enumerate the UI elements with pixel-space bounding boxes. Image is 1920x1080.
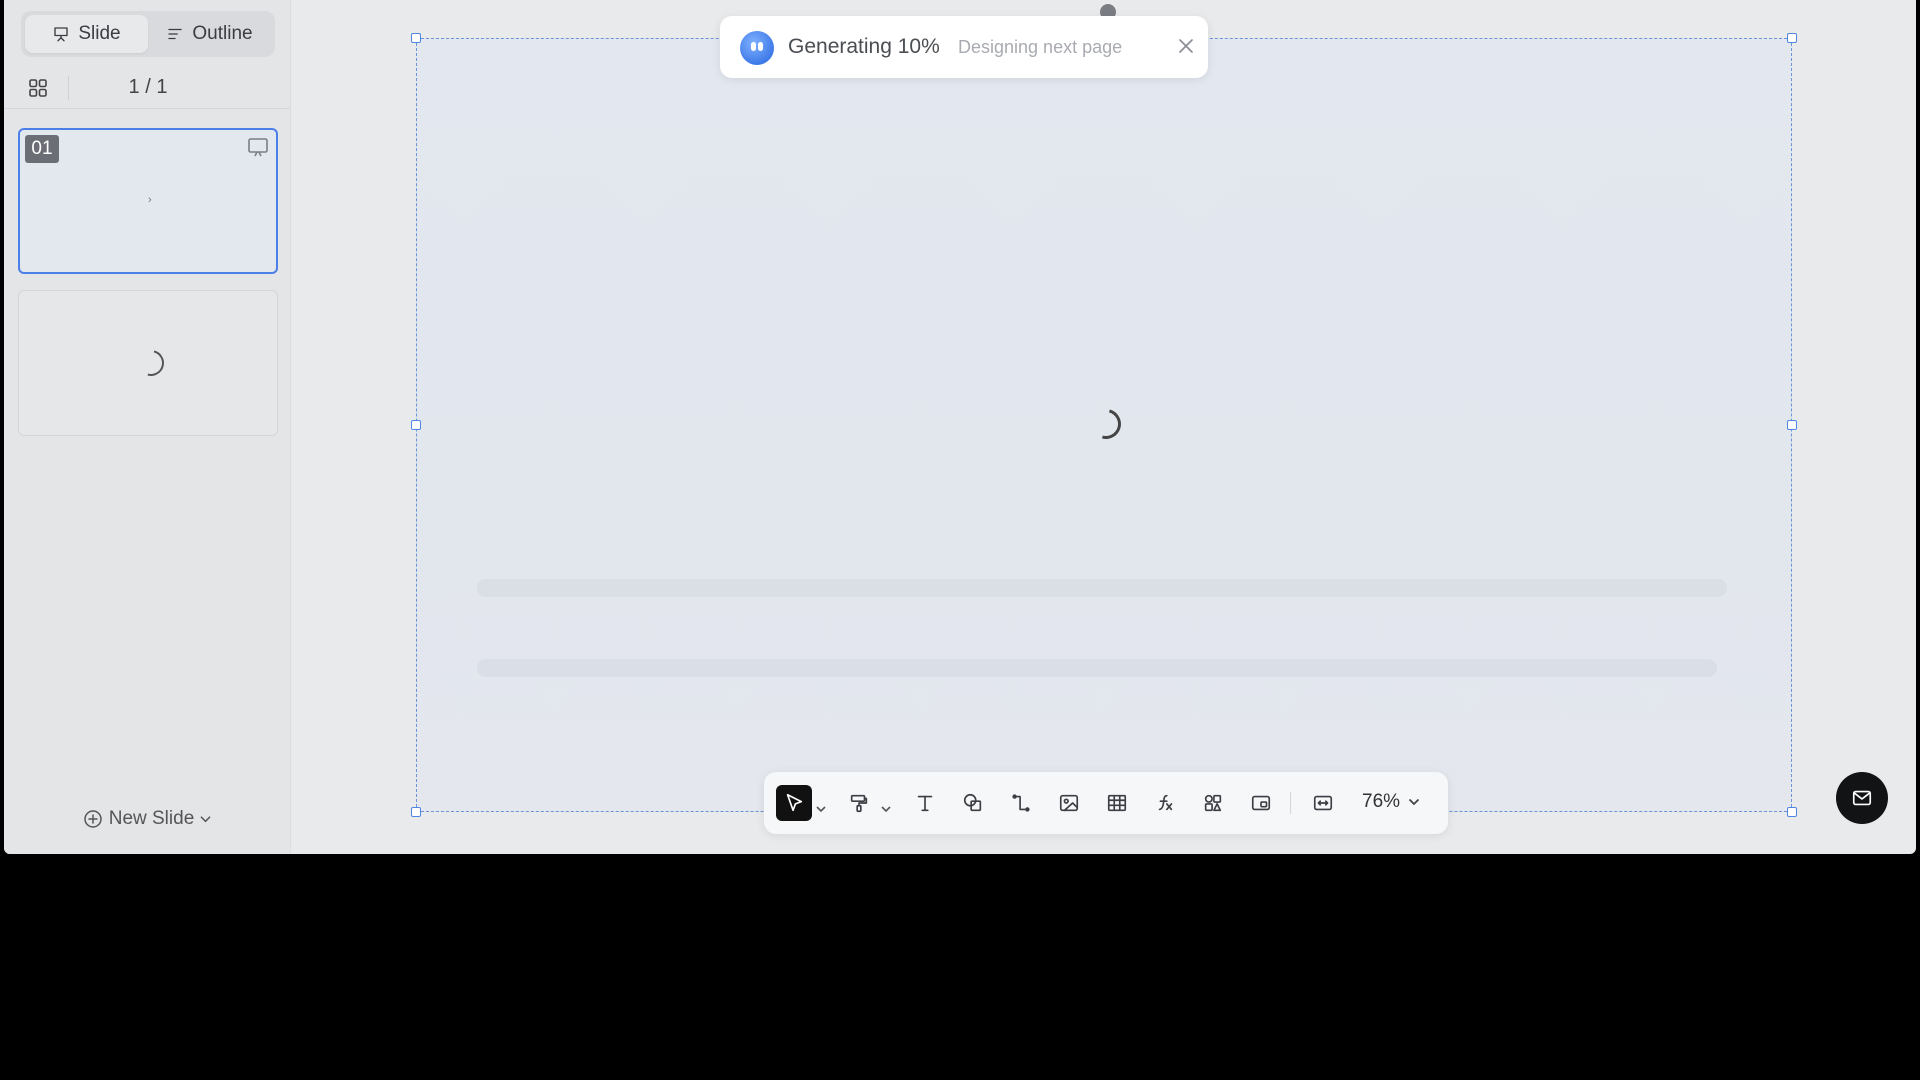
placeholder-text-line bbox=[477, 579, 1727, 597]
slide-canvas[interactable] bbox=[411, 33, 1797, 817]
select-tool-dropdown[interactable] bbox=[816, 800, 826, 813]
slide-thumbnail-loading bbox=[18, 290, 278, 436]
table-icon bbox=[1107, 794, 1127, 812]
fit-width-icon bbox=[1313, 795, 1333, 811]
formula-tool-button[interactable] bbox=[1150, 788, 1180, 818]
resize-handle-left[interactable] bbox=[411, 420, 421, 430]
select-tool-button[interactable] bbox=[776, 785, 812, 821]
add-circle-icon bbox=[83, 810, 102, 828]
chevron-down-icon bbox=[200, 816, 211, 823]
zoom-dropdown[interactable]: 76% bbox=[1362, 791, 1420, 813]
resize-handle-bottom-left[interactable] bbox=[411, 807, 421, 817]
format-painter-icon bbox=[850, 794, 868, 813]
cursor-arrow-icon bbox=[786, 793, 803, 812]
generation-status-text: Designing next page bbox=[958, 37, 1123, 57]
formula-icon bbox=[1158, 794, 1173, 811]
page-navigation: 1 / 1 bbox=[4, 68, 290, 109]
connector-icon bbox=[1012, 794, 1030, 812]
loading-spinner-icon bbox=[133, 345, 169, 381]
shapes-icon bbox=[963, 793, 982, 812]
slide-thumbnail[interactable]: 01 › bbox=[18, 128, 278, 274]
mail-icon bbox=[1852, 790, 1872, 806]
connector-tool-button[interactable] bbox=[1006, 788, 1036, 818]
app-window: Slide Outline 1 / 1 01 › New Slide Gener… bbox=[4, 0, 1916, 854]
picture-in-picture-icon bbox=[1251, 795, 1271, 811]
view-toggle: Slide Outline bbox=[21, 11, 275, 57]
image-icon bbox=[1059, 794, 1079, 812]
resize-handle-right[interactable] bbox=[1787, 420, 1797, 430]
table-tool-button[interactable] bbox=[1102, 788, 1132, 818]
image-tool-button[interactable] bbox=[1054, 788, 1084, 818]
new-slide-button[interactable]: New Slide bbox=[4, 808, 290, 830]
feedback-button[interactable] bbox=[1836, 772, 1888, 824]
media-tool-button[interactable] bbox=[1246, 788, 1276, 818]
format-painter-button[interactable] bbox=[844, 788, 874, 818]
text-tool-button[interactable] bbox=[910, 788, 940, 818]
tab-slide[interactable]: Slide bbox=[25, 15, 148, 53]
icons-tool-button[interactable] bbox=[1198, 788, 1228, 818]
resize-handle-bottom-right[interactable] bbox=[1787, 807, 1797, 817]
chevron-down-icon bbox=[881, 806, 891, 813]
page-counter: 1 / 1 bbox=[128, 76, 168, 98]
text-icon bbox=[917, 795, 933, 812]
present-icon[interactable] bbox=[246, 136, 270, 158]
presentation-icon bbox=[54, 27, 69, 42]
close-icon[interactable] bbox=[1174, 34, 1198, 58]
ai-assistant-avatar-icon bbox=[740, 31, 774, 65]
generation-progress-text: Generating 10% bbox=[788, 35, 940, 58]
fit-width-button[interactable] bbox=[1308, 788, 1338, 818]
chevron-down-icon bbox=[816, 806, 826, 813]
placeholder-text-line bbox=[477, 659, 1717, 677]
divider bbox=[1290, 792, 1291, 814]
outline-list-icon bbox=[168, 28, 183, 40]
zoom-level: 76% bbox=[1362, 791, 1401, 812]
loading-spinner-icon bbox=[1085, 403, 1127, 445]
new-slide-label: New Slide bbox=[108, 808, 195, 829]
resize-handle-top-left[interactable] bbox=[411, 33, 421, 43]
shape-tool-button[interactable] bbox=[958, 788, 988, 818]
widgets-icon bbox=[1204, 794, 1222, 812]
tab-outline-label: Outline bbox=[192, 23, 253, 44]
slide-number-badge: 01 bbox=[25, 135, 59, 163]
format-painter-dropdown[interactable] bbox=[881, 800, 891, 813]
avatar-eye bbox=[751, 42, 756, 51]
insert-toolbar: 76% bbox=[764, 772, 1448, 834]
avatar-eye bbox=[758, 42, 763, 51]
slides-sidebar: Slide Outline 1 / 1 01 › New Slide bbox=[4, 0, 291, 854]
thumbnail-placeholder-mark: › bbox=[148, 194, 152, 206]
resize-handle-top-right[interactable] bbox=[1787, 33, 1797, 43]
chevron-down-icon bbox=[1408, 798, 1420, 806]
generation-toast: Generating 10% Designing next page bbox=[720, 16, 1208, 78]
tab-outline[interactable]: Outline bbox=[148, 15, 271, 53]
grid-view-icon[interactable] bbox=[28, 78, 48, 98]
tab-slide-label: Slide bbox=[78, 23, 121, 44]
